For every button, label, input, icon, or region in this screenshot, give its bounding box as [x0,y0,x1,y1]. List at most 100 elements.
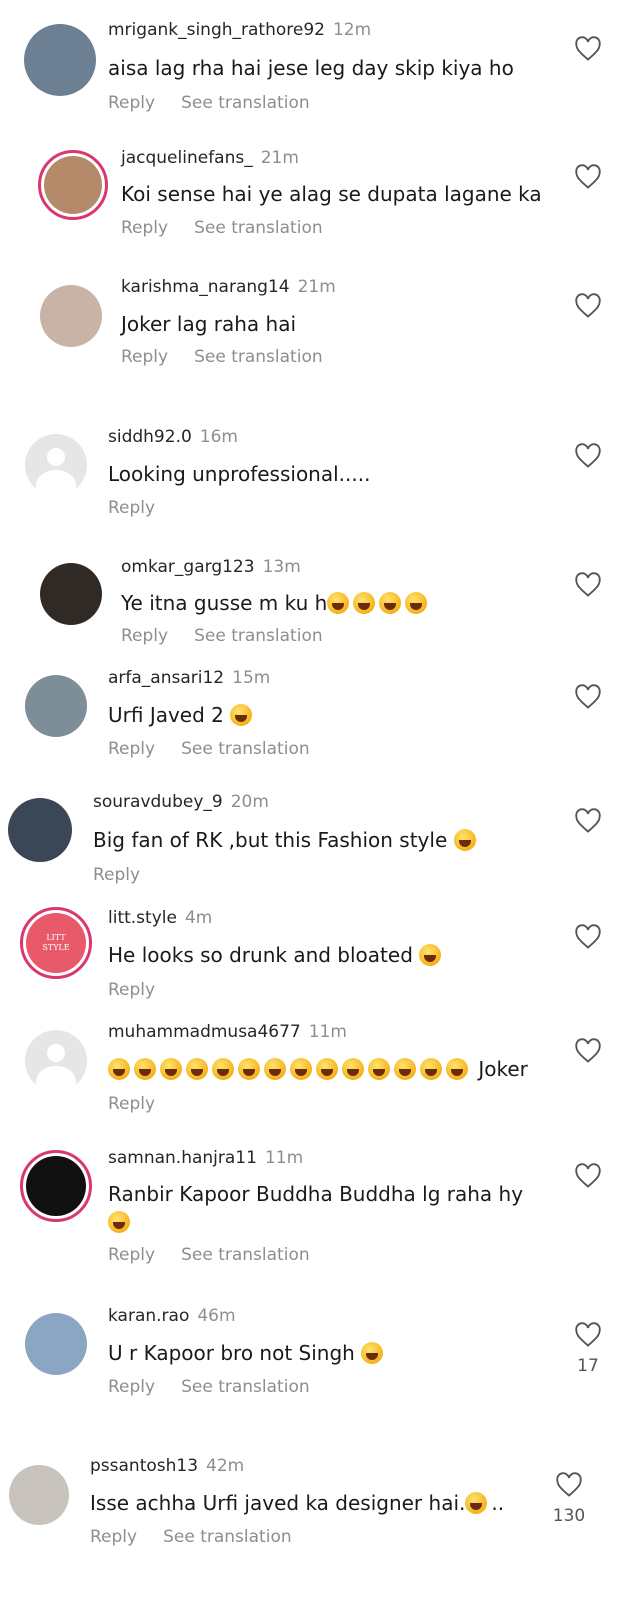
comment-time: 13m [262,557,301,577]
laughing-emoji-icon [212,1058,234,1080]
avatar[interactable] [9,1465,69,1525]
laughing-emoji-icon [379,592,402,614]
heart-icon[interactable] [574,924,602,950]
see-translation-button[interactable]: See translation [194,626,323,646]
litt-style-logo: LITT STYLE [42,933,70,952]
laughing-emoji-icon [368,1058,390,1080]
grinning-sweat-emoji-icon [465,1492,488,1514]
comment-text: U r Kapoor bro not Singh [108,1341,355,1365]
comment-text: aisa lag rha hai jese leg day skip kiya … [108,56,514,80]
reply-button[interactable]: Reply [108,1245,155,1265]
reply-button[interactable]: Reply [90,1527,137,1547]
grinning-sweat-emoji-icon [361,1342,384,1364]
avatar[interactable] [40,563,102,625]
heart-icon[interactable] [574,36,602,62]
see-translation-button[interactable]: See translation [181,1377,310,1397]
comment-time: 15m [232,668,271,688]
avatar[interactable] [25,675,87,737]
laughing-emoji-icon [316,1058,338,1080]
winking-tongue-emoji-icon [453,829,476,851]
username[interactable]: karan.rao [108,1306,189,1326]
comment-text: Urfi Javed 2 [108,703,224,727]
heart-icon[interactable] [574,1038,602,1064]
avatar[interactable] [8,798,72,862]
avatar[interactable] [20,1150,92,1222]
reply-button[interactable]: Reply [108,739,155,759]
username[interactable]: muhammadmusa4677 [108,1022,301,1042]
like-count: 130 [552,1506,586,1526]
avatar[interactable] [38,150,108,220]
heart-icon[interactable] [574,684,602,710]
comment-text: Ranbir Kapoor Buddha Buddha lg raha hy [108,1182,524,1206]
comment-time: 42m [206,1456,245,1476]
see-translation-button[interactable]: See translation [181,739,310,759]
heart-icon[interactable] [574,443,602,469]
comment-time: 12m [332,20,372,40]
avatar[interactable] [24,24,96,96]
reply-button[interactable]: Reply [108,93,155,113]
thinking-emoji-icon [108,1211,130,1233]
laughing-emoji-icon [446,1058,468,1080]
comment-text: Looking unprofessional..... [108,462,371,486]
avatar[interactable] [40,285,102,347]
laughing-emoji-icon [394,1058,416,1080]
avatar[interactable] [25,1313,87,1375]
heart-icon[interactable] [574,293,602,319]
comment-text: Isse achha Urfi javed ka designer hai. [90,1491,466,1515]
heart-icon[interactable] [574,572,602,598]
username[interactable]: jacquelinefans_ [121,148,253,168]
comment-time: 16m [199,427,238,447]
heart-icon[interactable] [574,1322,602,1348]
heart-icon[interactable] [555,1472,583,1498]
avatar[interactable] [25,1030,87,1092]
username[interactable]: karishma_narang14 [121,277,290,297]
heart-icon[interactable] [574,164,602,190]
see-translation-button[interactable]: See translation [181,1245,310,1265]
see-translation-button[interactable]: See translation [194,347,323,367]
username[interactable]: mrigank_singh_rathore92 [108,20,325,40]
laughing-emoji-icon [420,1058,442,1080]
comment-time: 20m [230,792,269,812]
heart-icon[interactable] [574,808,602,834]
username[interactable]: pssantosh13 [90,1456,198,1476]
username[interactable]: siddh92.0 [108,427,192,447]
comment-text: He looks so drunk and bloated [108,943,413,967]
reply-button[interactable]: Reply [108,980,155,1000]
username[interactable]: souravdubey_9 [93,792,223,812]
laughing-emoji-icon [134,1058,156,1080]
comment-text: Koi sense hai ye alag se dupata lagane k… [121,182,542,206]
comment-text: Big fan of RK ,but this Fashion style [93,828,448,852]
reply-button[interactable]: Reply [121,626,168,646]
reply-button[interactable]: Reply [108,498,155,518]
laughing-emoji-icon [405,592,428,614]
laughing-emoji-icon [186,1058,208,1080]
comment-text: Ye itna gusse m ku h [121,591,328,615]
comment-time: 4m [184,908,213,928]
username[interactable]: omkar_garg123 [121,557,255,577]
see-translation-button[interactable]: See translation [181,93,310,113]
avatar[interactable] [25,434,87,496]
username[interactable]: litt.style [108,908,177,928]
reply-button[interactable]: Reply [121,218,168,238]
reply-button[interactable]: Reply [93,865,140,885]
reply-button[interactable]: Reply [108,1377,155,1397]
username[interactable]: arfa_ansari12 [108,668,224,688]
heart-icon[interactable] [574,1163,602,1189]
see-translation-button[interactable]: See translation [194,218,323,238]
laughing-emoji-icon [353,592,376,614]
comment-text-suffix: .. [491,1491,505,1515]
comment-text: Joker [478,1057,528,1081]
reply-button[interactable]: Reply [121,347,168,367]
laughing-emoji-icon [160,1058,182,1080]
rofl-emoji-icon [230,704,253,726]
laughing-emoji-icon [264,1058,286,1080]
comment-time: 11m [264,1148,304,1168]
reply-button[interactable]: Reply [108,1094,155,1114]
username[interactable]: samnan.hanjra11 [108,1148,257,1168]
comment-time: 21m [297,277,336,297]
see-translation-button[interactable]: See translation [163,1527,292,1547]
grinning-sweat-emoji-icon [419,944,442,966]
avatar[interactable]: LITT STYLE [20,907,92,979]
laughing-emoji-icon [290,1058,312,1080]
comment-time: 46m [197,1306,236,1326]
